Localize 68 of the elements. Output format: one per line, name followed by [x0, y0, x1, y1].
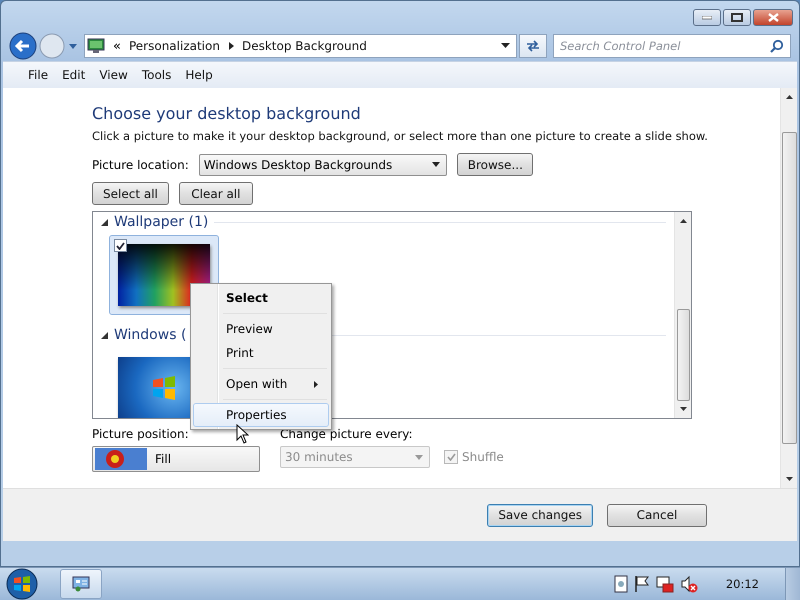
- flower-icon: [95, 448, 147, 470]
- scroll-down-icon: [680, 407, 686, 411]
- menu-item[interactable]: Print: [193, 341, 329, 365]
- scroll-up-icon: [786, 95, 792, 99]
- computer-icon: [87, 38, 105, 54]
- close-button[interactable]: [753, 9, 793, 26]
- menu-item[interactable]: Help: [180, 68, 218, 82]
- address-bar[interactable]: « Personalization Desktop Background: [84, 34, 517, 58]
- close-icon: [768, 13, 778, 22]
- overflow-chevron[interactable]: «: [113, 38, 121, 54]
- scroll-down-icon: [786, 477, 792, 481]
- change-interval-label: Change picture every:: [280, 427, 413, 441]
- flag-icon[interactable]: [634, 575, 650, 593]
- check-icon: [446, 453, 456, 461]
- windows-logo-icon: [151, 376, 177, 400]
- group-title: Windows (: [114, 327, 186, 343]
- menu-item[interactable]: Properties: [193, 403, 329, 427]
- restore-icon: [731, 13, 743, 22]
- scrollbar[interactable]: [674, 212, 691, 418]
- minimize-button[interactable]: [693, 9, 721, 26]
- menu-item[interactable]: Select: [193, 286, 329, 310]
- page-description: Click a picture to make it your desktop background, or select more than one picture to create a slide show.: [92, 129, 709, 143]
- menu-item[interactable]: View: [94, 68, 133, 82]
- refresh-icon: [525, 39, 541, 53]
- footer-button[interactable]: Save changes: [487, 504, 593, 526]
- footer-button[interactable]: Cancel: [607, 504, 707, 526]
- maximize-button[interactable]: [723, 9, 751, 26]
- dropdown-icon[interactable]: [501, 43, 510, 49]
- select-button[interactable]: Select all: [92, 182, 169, 205]
- document-icon[interactable]: [614, 575, 628, 593]
- picture-location-label: Picture location:: [92, 158, 189, 172]
- group-title: Wallpaper (1): [114, 214, 208, 230]
- refresh-button[interactable]: [519, 34, 547, 58]
- network-icon[interactable]: [656, 575, 674, 593]
- speaker-muted-icon[interactable]: [680, 575, 698, 593]
- scrollbar[interactable]: [780, 88, 797, 488]
- menu-item[interactable]: Preview: [193, 317, 329, 341]
- back-icon[interactable]: [9, 32, 37, 60]
- picture-position-dropdown[interactable]: Fill: [92, 446, 260, 472]
- scroll-thumb[interactable]: [782, 132, 796, 444]
- expand-arrow-icon[interactable]: [101, 332, 108, 338]
- picture-location-dropdown[interactable]: Windows Desktop Backgrounds: [198, 154, 447, 176]
- breadcrumb-item[interactable]: Personalization: [128, 39, 220, 53]
- scroll-thumb[interactable]: [676, 309, 690, 401]
- browse-button[interactable]: Browse...: [456, 153, 533, 176]
- menu-item[interactable]: Open with: [193, 372, 329, 396]
- expand-arrow-icon[interactable]: [101, 218, 108, 226]
- clock[interactable]: 20:12: [726, 577, 759, 591]
- minimize-icon: [702, 16, 712, 20]
- scroll-up-icon: [680, 219, 686, 223]
- taskbar-button[interactable]: [60, 569, 102, 599]
- picture-position-label: Picture position:: [92, 427, 189, 441]
- menu-item[interactable]: Edit: [57, 68, 90, 82]
- search-field[interactable]: Search Control Panel: [553, 34, 791, 58]
- separator-arrow-icon: [228, 42, 234, 50]
- menu-item[interactable]: File: [23, 68, 54, 82]
- control-panel-icon: [72, 576, 90, 592]
- page-title: Choose your desktop background: [92, 104, 362, 123]
- dropdown-icon: [415, 454, 423, 460]
- checkbox[interactable]: [114, 239, 127, 252]
- select-button[interactable]: Clear all: [178, 182, 253, 205]
- menu-item[interactable]: Tools: [136, 68, 176, 82]
- search-icon[interactable]: [770, 39, 784, 53]
- breadcrumb-item[interactable]: Desktop Background: [242, 39, 367, 53]
- dropdown-icon: [432, 162, 440, 167]
- mouse-pointer-icon: [236, 424, 249, 444]
- submenu-arrow-icon: [314, 380, 318, 388]
- check-icon: [116, 242, 125, 250]
